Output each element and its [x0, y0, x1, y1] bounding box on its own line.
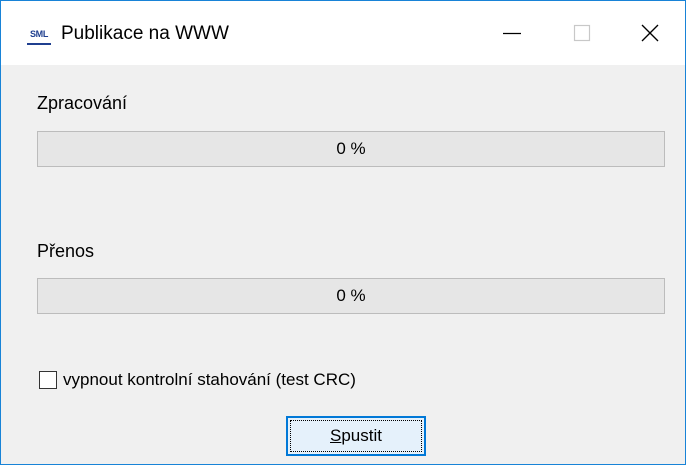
crc-check-label[interactable]: vypnout kontrolní stahování (test CRC) — [63, 369, 356, 391]
minimize-button[interactable] — [477, 1, 547, 65]
window-title: Publikace na WWW — [61, 23, 229, 44]
processing-progress-bar: 0 % — [37, 131, 665, 167]
minimize-icon — [503, 32, 521, 35]
title-bar[interactable]: SML Publikace na WWW — [1, 1, 685, 65]
start-label-rest: pustit — [341, 426, 382, 445]
maximize-icon — [573, 24, 591, 42]
crc-check-checkbox[interactable] — [39, 371, 57, 389]
processing-label: Zpracování — [37, 93, 128, 113]
start-accelerator-key: S — [330, 426, 342, 445]
transfer-progress-text: 0 % — [336, 286, 366, 305]
start-button-label: Spustit — [288, 418, 424, 454]
close-button[interactable] — [615, 1, 685, 65]
transfer-progress-bar: 0 % — [37, 278, 665, 314]
publish-dialog: SML Publikace na WWW Zpracování 0 % Přen… — [0, 0, 686, 465]
close-icon — [641, 24, 659, 42]
transfer-label: Přenos — [37, 241, 95, 261]
sml-app-icon: SML — [27, 27, 51, 45]
start-button[interactable]: Spustit — [286, 416, 426, 456]
processing-progress-text: 0 % — [336, 139, 366, 158]
maximize-button — [547, 1, 617, 65]
